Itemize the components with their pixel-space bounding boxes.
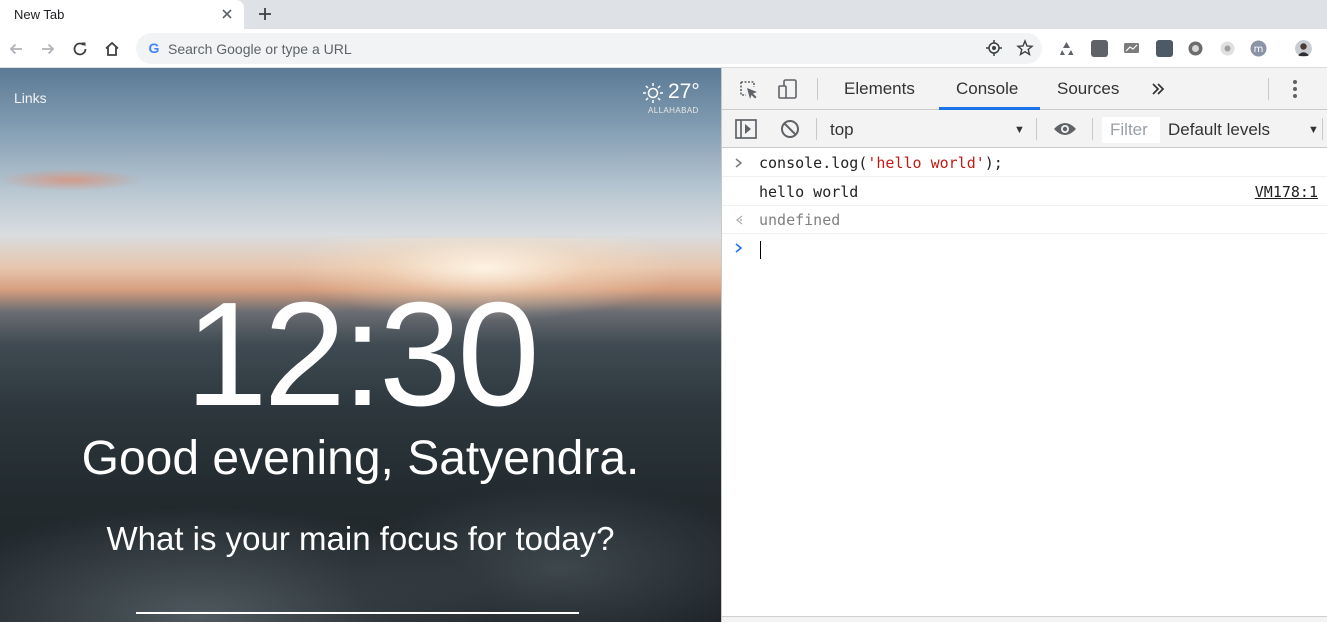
weather-city: ALLAHABAD	[648, 106, 699, 115]
console-log-entry: hello world VM178:1	[722, 178, 1327, 206]
filter-input[interactable]: Filter	[1102, 117, 1160, 143]
console-prompt[interactable]	[722, 234, 1327, 264]
browser-toolbar: G Search Google or type a URL m	[0, 29, 1327, 68]
svg-text:m: m	[1254, 44, 1264, 55]
greeting: Good evening, Satyendra.	[81, 432, 640, 485]
return-arrow-icon	[735, 215, 743, 225]
back-button[interactable]	[6, 39, 26, 59]
location-icon[interactable]	[986, 40, 1002, 56]
toolbar-divider	[1092, 118, 1093, 140]
devtools-panel: Elements Console Sources top ▼ Filter De…	[721, 68, 1327, 622]
m-extension-icon[interactable]: m	[1250, 40, 1267, 57]
clear-console-icon[interactable]	[780, 119, 800, 139]
inspect-element-icon[interactable]	[738, 79, 760, 101]
chevron-right-icon	[735, 158, 743, 168]
sidebar-toggle-icon[interactable]	[735, 119, 757, 139]
forward-button[interactable]	[38, 39, 58, 59]
console-result-text: undefined	[759, 211, 841, 229]
tab-title: New Tab	[14, 7, 65, 22]
toolbar-divider	[816, 118, 817, 140]
book-extension-icon[interactable]	[1156, 40, 1173, 57]
device-toolbar-icon[interactable]	[777, 78, 799, 100]
filter-placeholder: Filter	[1110, 120, 1148, 139]
tab-elements[interactable]: Elements	[844, 79, 915, 99]
clock: 12:30	[185, 272, 539, 437]
profile-avatar[interactable]	[1295, 40, 1312, 57]
kebab-menu-icon[interactable]	[1286, 79, 1304, 99]
browser-tab[interactable]: New Tab	[0, 0, 244, 29]
home-button[interactable]	[102, 39, 122, 59]
home-icon	[105, 41, 119, 56]
console-log-text: hello world	[759, 183, 859, 201]
background-cloud	[0, 160, 180, 200]
console-result-entry: undefined	[722, 206, 1327, 234]
console-toolbar: top ▼ Filter Default levels ▼	[722, 110, 1327, 148]
toolbar-divider	[1322, 118, 1323, 140]
reload-icon	[73, 42, 87, 56]
links-button[interactable]: Links	[14, 90, 47, 106]
toggle-extension-icon[interactable]	[1219, 40, 1236, 57]
weather-temperature: 27°	[668, 80, 700, 103]
chevron-down-icon: ▼	[1308, 124, 1319, 136]
log-levels-value: Default levels	[1168, 120, 1271, 139]
text-cursor	[760, 241, 761, 259]
toolbar-divider	[1036, 118, 1037, 140]
circle-extension-icon[interactable]	[1187, 40, 1204, 57]
eye-icon[interactable]	[1053, 121, 1077, 137]
sun-icon	[643, 83, 663, 103]
more-tabs-icon[interactable]	[1150, 81, 1166, 97]
console-input-entry: console.log('hello world');	[722, 149, 1327, 177]
reload-button[interactable]	[70, 39, 90, 59]
new-tab-icon[interactable]	[256, 5, 274, 23]
chevron-down-icon: ▼	[1014, 124, 1025, 136]
devtools-drawer-edge	[722, 616, 1327, 622]
devtools-tab-bar: Elements Console Sources	[722, 68, 1327, 110]
focus-question: What is your main focus for today?	[106, 520, 615, 557]
omnibox-placeholder: Search Google or type a URL	[168, 41, 352, 57]
weather-widget[interactable]: 27° ALLAHABAD	[642, 78, 712, 118]
tab-strip: New Tab	[0, 0, 1327, 29]
console-input-text: console.log('hello world');	[759, 154, 1003, 172]
toolbar-divider	[1268, 78, 1269, 100]
close-tab-icon[interactable]	[220, 7, 234, 21]
source-link[interactable]: VM178:1	[1255, 183, 1318, 201]
chevron-right-icon	[735, 243, 743, 253]
arrow-right-icon	[42, 43, 55, 55]
momentum-page: Links 27° ALLAHABAD 12:30 Good evening, …	[0, 68, 721, 622]
cb-extension-icon[interactable]	[1091, 40, 1108, 57]
focus-input[interactable]	[136, 612, 579, 614]
omnibox[interactable]: G Search Google or type a URL	[136, 33, 1042, 64]
context-selector-value: top	[830, 120, 854, 139]
bookmark-star-icon[interactable]	[1016, 39, 1034, 57]
google-icon: G	[148, 40, 160, 56]
tab-sources[interactable]: Sources	[1057, 79, 1119, 99]
toolbar-divider	[817, 78, 818, 100]
tab-console[interactable]: Console	[956, 79, 1018, 99]
console-output[interactable]: console.log('hello world'); hello world …	[722, 149, 1327, 622]
screen-extension-icon[interactable]	[1123, 40, 1140, 57]
arrow-left-icon	[9, 43, 22, 55]
recycle-extension-icon[interactable]	[1058, 40, 1075, 57]
